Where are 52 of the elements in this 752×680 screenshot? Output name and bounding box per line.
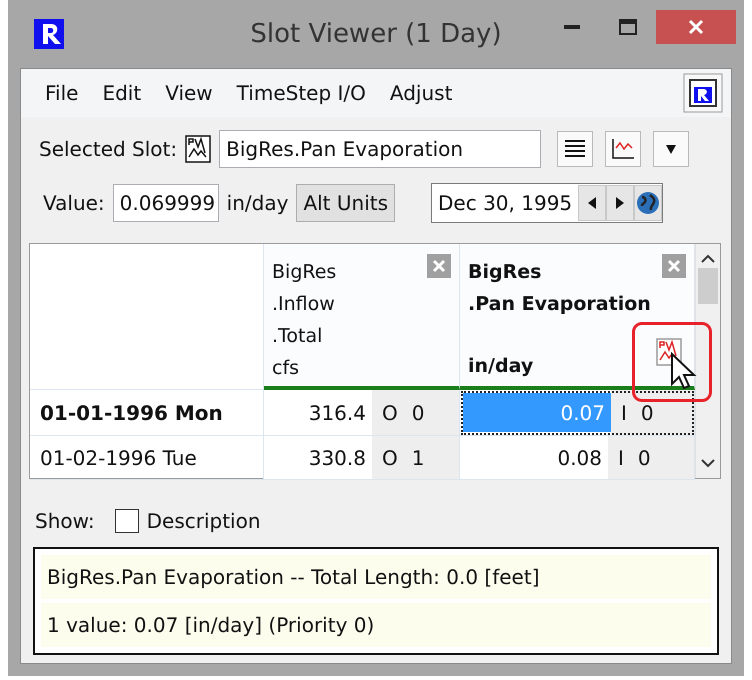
menu-item[interactable]: Edit	[90, 81, 154, 105]
units-label: in/day	[226, 191, 288, 215]
column-header: .Pan Evaporation	[468, 292, 651, 317]
close-button[interactable]	[656, 10, 736, 44]
column-units: in/day	[468, 354, 534, 379]
previous-icon[interactable]	[586, 196, 598, 210]
globe-icon[interactable]	[636, 191, 660, 215]
column-header: .Inflow	[272, 292, 335, 317]
close-icon	[432, 259, 446, 273]
menu-item[interactable]: TimeStep I/O	[224, 81, 378, 105]
app-logo-icon	[34, 19, 64, 49]
window-logo-icon[interactable]	[683, 73, 723, 113]
priority-cell: 0	[640, 400, 654, 424]
flag-cell: O	[382, 400, 398, 424]
list-icon	[564, 139, 586, 159]
dropdown-button[interactable]	[653, 131, 690, 167]
slot-chart-icon[interactable]	[185, 135, 212, 163]
selected-slot-field[interactable]: BigRes.Pan Evaporation	[219, 130, 542, 168]
description-checkbox[interactable]	[114, 509, 139, 533]
flag-cell: I	[621, 400, 627, 424]
menu-item[interactable]: View	[153, 81, 225, 105]
flag-cell: I	[618, 446, 624, 470]
close-icon	[688, 19, 704, 35]
column-header: .Total	[272, 324, 322, 349]
close-icon	[667, 259, 681, 273]
remove-column-button[interactable]	[662, 254, 686, 278]
priority-cell: 0	[638, 446, 651, 470]
flag-cell: O	[382, 446, 398, 470]
scroll-up-icon[interactable]	[701, 254, 715, 264]
column-header: BigRes	[272, 260, 336, 285]
menu-item[interactable]: File	[33, 81, 90, 105]
remove-column-button[interactable]	[427, 254, 451, 278]
column-header: BigRes	[468, 260, 542, 285]
scroll-down-icon[interactable]	[701, 458, 715, 468]
plot-icon	[611, 138, 636, 160]
column-units: cfs	[272, 356, 300, 381]
alt-units-button[interactable]: Alt Units	[296, 184, 396, 222]
list-button[interactable]	[557, 131, 594, 167]
value-label: Value:	[43, 191, 105, 215]
priority-cell: 0	[412, 400, 424, 424]
plot-button[interactable]	[605, 131, 642, 167]
maximize-icon[interactable]	[619, 19, 637, 35]
menu-item[interactable]: Adjust	[378, 81, 464, 105]
show-label: Show:	[35, 509, 95, 533]
window-title: Slot Viewer (1 Day)	[250, 19, 502, 49]
selected-slot-label: Selected Slot:	[39, 137, 178, 161]
description-label: Description	[146, 509, 261, 533]
next-icon[interactable]	[614, 196, 626, 210]
value-field[interactable]: 0.069999	[112, 184, 219, 222]
scroll-thumb[interactable]	[698, 268, 718, 304]
caret-icon[interactable]	[665, 142, 678, 156]
priority-cell: 1	[412, 446, 424, 470]
